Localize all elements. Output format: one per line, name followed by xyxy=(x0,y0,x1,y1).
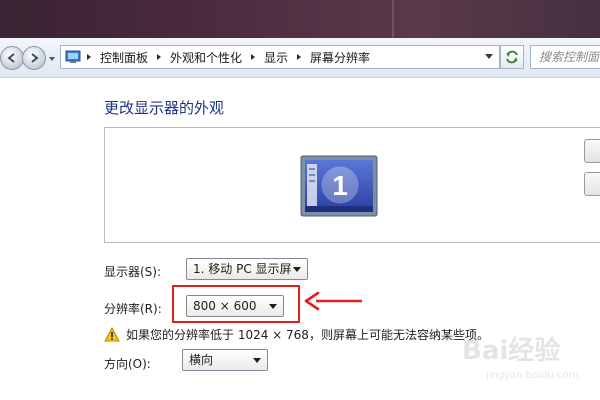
refresh-icon xyxy=(506,50,518,64)
resolution-label: 分辨率(R): xyxy=(104,302,162,316)
orientation-select-value: 横向 xyxy=(189,353,214,367)
watermark-url: jingyan.baidu.com xyxy=(486,370,579,381)
breadcrumb-separator[interactable] xyxy=(292,53,306,61)
baidu-watermark: Bai经验 jingyan.baidu.com xyxy=(452,330,597,392)
address-bar[interactable]: 控制面板 外观和个性化 显示 屏幕分辨率 xyxy=(60,45,500,69)
breadcrumb-appearance[interactable]: 外观和个性化 xyxy=(166,49,246,66)
breadcrumb-control-panel[interactable]: 控制面板 xyxy=(96,49,152,66)
refresh-button[interactable] xyxy=(500,45,524,69)
search-input[interactable]: 搜索控制面板 xyxy=(530,45,600,69)
annotation-highlight-box xyxy=(172,285,300,323)
back-button[interactable] xyxy=(0,46,24,70)
annotation-arrow-icon xyxy=(304,291,362,311)
resolution-warning: 如果您的分辨率低于 1024 × 768，则屏幕上可能无法容纳某些项。 xyxy=(104,326,489,343)
monitor-preview-panel: 1 xyxy=(104,127,600,243)
breadcrumb-display[interactable]: 显示 xyxy=(260,49,292,66)
forward-button[interactable] xyxy=(22,46,46,70)
address-chevron-down-icon[interactable] xyxy=(485,54,493,60)
chevron-down-icon xyxy=(293,267,301,272)
back-arrow-icon xyxy=(7,53,15,63)
page-title: 更改显示器的外观 xyxy=(104,99,225,117)
watermark-logo-text: Bai经验 xyxy=(462,336,561,366)
orientation-label: 方向(O): xyxy=(104,357,151,371)
title-bar-decoration xyxy=(392,0,394,38)
breadcrumb-screen-resolution[interactable]: 屏幕分辨率 xyxy=(306,49,374,66)
display-label: 显示器(S): xyxy=(104,265,162,279)
breadcrumb-separator[interactable] xyxy=(152,53,166,61)
control-panel-icon xyxy=(65,50,81,63)
forward-arrow-icon xyxy=(31,53,39,63)
orientation-select[interactable]: 横向 xyxy=(182,349,268,371)
breadcrumb-separator[interactable] xyxy=(246,53,260,61)
monitor-number: 1 xyxy=(332,170,348,201)
breadcrumb-separator[interactable] xyxy=(82,53,96,61)
chevron-down-icon xyxy=(253,358,261,363)
warning-text: 如果您的分辨率低于 1024 × 768，则屏幕上可能无法容纳某些项。 xyxy=(126,328,489,342)
identify-button[interactable] xyxy=(584,172,600,196)
window-title-bar xyxy=(0,0,600,38)
detect-button[interactable] xyxy=(584,139,600,163)
display-select[interactable]: 1. 移动 PC 显示屏 xyxy=(186,258,308,280)
warning-icon xyxy=(104,327,120,342)
display-select-value: 1. 移动 PC 显示屏 xyxy=(193,262,292,276)
recent-pages-chevron-down-icon[interactable] xyxy=(48,55,56,63)
monitor-icon[interactable]: 1 xyxy=(300,155,378,217)
